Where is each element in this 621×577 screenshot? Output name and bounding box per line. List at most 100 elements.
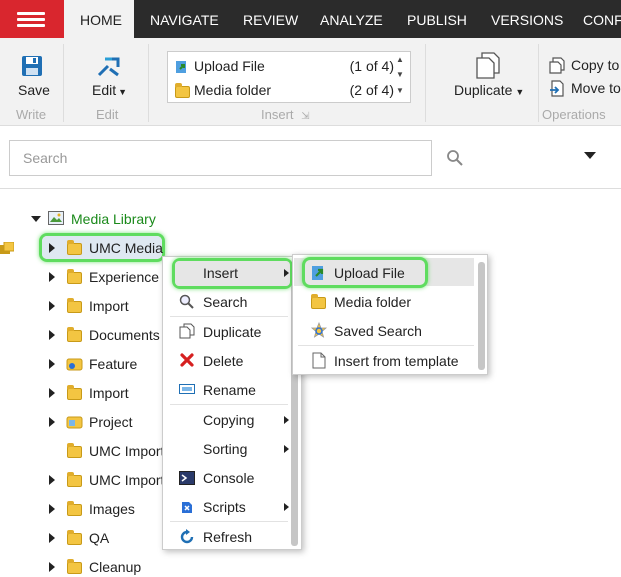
folder-icon <box>67 472 82 487</box>
rename-icon <box>179 384 195 394</box>
folder-icon <box>67 530 82 545</box>
menu-item-delete[interactable]: Delete <box>203 353 243 369</box>
caret-down-icon: ▼ <box>515 87 525 97</box>
expand-arrow-icon[interactable] <box>49 388 55 398</box>
edit-button[interactable]: Edit ▼ <box>92 82 127 98</box>
menu-item-rename[interactable]: Rename <box>203 382 256 398</box>
save-icon[interactable] <box>21 55 43 77</box>
expand-arrow-icon[interactable] <box>49 504 55 514</box>
menu-item-scripts[interactable]: Scripts <box>203 499 246 515</box>
expand-arrow-icon[interactable] <box>49 562 55 572</box>
folder-icon <box>67 240 82 255</box>
menu-item-sorting[interactable]: Sorting <box>203 441 247 457</box>
dialog-launcher-icon[interactable]: ⇲ <box>301 111 309 122</box>
insert-option-label: Upload File <box>194 58 265 74</box>
submenu-item-saved-search[interactable]: Saved Search <box>334 323 422 339</box>
insert-option-media-folder[interactable]: Media folder (2 of 4) <box>168 78 394 102</box>
copy-to-icon[interactable] <box>549 57 566 74</box>
duplicate-label: Duplicate <box>454 82 513 98</box>
tree-item-import-2[interactable]: Import <box>89 385 129 401</box>
saved-search-icon <box>310 322 328 338</box>
hamburger-menu-icon[interactable] <box>0 0 64 38</box>
move-to-icon[interactable] <box>549 80 566 97</box>
tree-item-import[interactable]: Import <box>89 298 129 314</box>
expand-arrow-icon[interactable] <box>49 330 55 340</box>
insert-options-list: Upload File (1 of 4) Media folder (2 of … <box>167 51 411 103</box>
search-options-dropdown-icon[interactable] <box>584 152 596 159</box>
caret-down-icon: ▼ <box>118 87 128 97</box>
save-button[interactable]: Save <box>18 82 50 98</box>
submenu-arrow-icon <box>284 269 289 277</box>
tree-item-feature[interactable]: Feature <box>89 356 137 372</box>
duplicate-button[interactable]: Duplicate ▼ <box>454 82 524 98</box>
menu-divider <box>170 316 288 317</box>
tree-item-images[interactable]: Images <box>89 501 135 517</box>
duplicate-icon[interactable] <box>475 52 501 80</box>
search-box <box>9 140 432 176</box>
folder-icon <box>175 83 190 98</box>
search-icon[interactable] <box>446 149 464 167</box>
move-to-button[interactable]: Move to <box>571 80 621 96</box>
tree-item-umc-import[interactable]: UMC Import <box>89 443 164 459</box>
tab-review[interactable]: REVIEW <box>243 0 298 38</box>
menu-item-console[interactable]: Console <box>203 470 254 486</box>
operations-group-label: Operations <box>542 107 606 122</box>
expand-arrow-icon[interactable] <box>49 301 55 311</box>
tab-versions[interactable]: VERSIONS <box>491 0 563 38</box>
submenu-arrow-icon <box>284 416 289 424</box>
tree-item-umc-import-2[interactable]: UMC Import <box>89 472 164 488</box>
menu-item-refresh[interactable]: Refresh <box>203 529 252 545</box>
expand-arrow-icon[interactable] <box>49 359 55 369</box>
expand-arrow-icon[interactable] <box>49 533 55 543</box>
tree-item-cleanup[interactable]: Cleanup <box>89 559 141 575</box>
folder-icon <box>67 501 82 516</box>
insert-option-count: (1 of 4) <box>349 58 394 74</box>
search-input[interactable] <box>10 141 431 175</box>
expand-arrow-icon[interactable] <box>49 272 55 282</box>
folder-icon <box>67 298 82 313</box>
media-items-icon <box>0 242 14 254</box>
insert-option-count: (2 of 4) <box>349 82 394 98</box>
tree-item-project[interactable]: Project <box>89 414 133 430</box>
tree-root-media-library[interactable]: Media Library <box>71 211 156 227</box>
delete-icon <box>180 353 194 367</box>
tab-navigate[interactable]: NAVIGATE <box>150 0 219 38</box>
submenu-item-upload-file[interactable]: Upload File <box>334 265 405 281</box>
scroll-down-icon[interactable]: ▼ <box>396 70 404 79</box>
scroll-up-icon[interactable]: ▲ <box>396 55 404 64</box>
menu-item-insert[interactable]: Insert <box>203 265 238 281</box>
tree-item-umc-media[interactable]: UMC Media <box>89 240 163 256</box>
tree-item-qa[interactable]: QA <box>89 530 109 546</box>
folder-icon <box>67 269 82 284</box>
expand-arrow-icon[interactable] <box>49 417 55 427</box>
submenu-item-media-folder[interactable]: Media folder <box>334 294 411 310</box>
copy-to-button[interactable]: Copy to <box>571 57 619 73</box>
submenu-arrow-icon <box>284 503 289 511</box>
expand-list-icon[interactable]: ▼ <box>396 86 404 95</box>
media-library-icon <box>48 211 64 225</box>
feature-folder-icon <box>66 358 83 371</box>
tree-item-experience[interactable]: Experience E <box>89 269 172 285</box>
tab-publish[interactable]: PUBLISH <box>407 0 467 38</box>
tab-home[interactable]: HOME <box>64 0 134 38</box>
insert-option-upload-file[interactable]: Upload File (1 of 4) <box>168 54 394 78</box>
top-navigation: HOME NAVIGATE REVIEW ANALYZE PUBLISH VER… <box>0 0 621 38</box>
menu-item-duplicate[interactable]: Duplicate <box>203 324 261 340</box>
tab-analyze[interactable]: ANALYZE <box>320 0 383 38</box>
submenu-scrollbar[interactable] <box>478 262 485 370</box>
edit-icon[interactable] <box>96 55 122 79</box>
ribbon-separator <box>538 44 539 122</box>
menu-item-search[interactable]: Search <box>203 294 247 310</box>
expand-arrow-icon[interactable] <box>49 243 55 253</box>
expand-arrow-icon[interactable] <box>49 475 55 485</box>
divider <box>0 188 621 189</box>
content-editor-app: HOME NAVIGATE REVIEW ANALYZE PUBLISH VER… <box>0 0 621 577</box>
tab-configure[interactable]: CONFI <box>583 0 621 38</box>
submenu-item-insert-from-template[interactable]: Insert from template <box>334 353 459 369</box>
insert-list-scroller[interactable]: ▲ ▼ ▼ <box>396 55 408 101</box>
folder-icon <box>67 385 82 400</box>
tree-item-documents[interactable]: Documents <box>89 327 160 343</box>
collapse-arrow-icon[interactable] <box>31 216 41 222</box>
edit-label: Edit <box>92 82 117 98</box>
menu-item-copying[interactable]: Copying <box>203 412 254 428</box>
